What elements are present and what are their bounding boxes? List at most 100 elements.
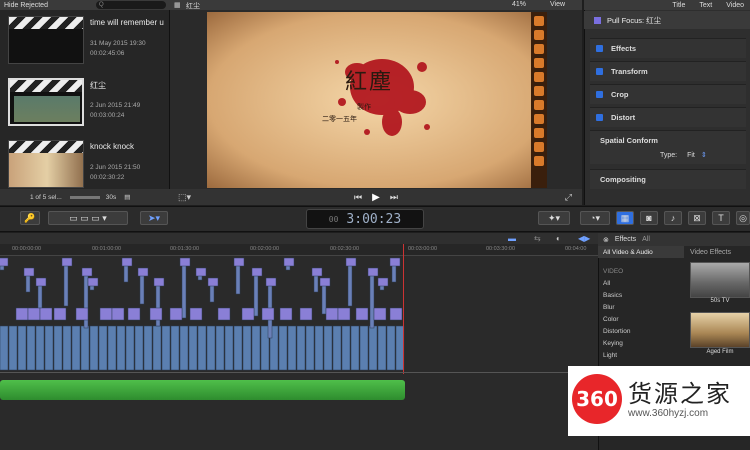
video-clip[interactable]	[71, 325, 81, 371]
select-tool-icon[interactable]: ➤▾	[140, 211, 168, 225]
timeline-ruler[interactable]: 00:00:00:00 00:01:00:00 00:01:30:00 00:0…	[0, 244, 598, 256]
checkbox-icon[interactable]	[596, 91, 603, 98]
title-clip[interactable]	[27, 307, 41, 321]
video-clip[interactable]	[287, 325, 297, 371]
title-clip[interactable]	[23, 267, 35, 277]
title-clip[interactable]	[15, 307, 29, 321]
timeline-clips[interactable]	[0, 256, 405, 371]
video-clip[interactable]	[368, 325, 378, 371]
effects-category-item[interactable]: Distortion	[603, 328, 630, 335]
view-menu[interactable]: View	[550, 1, 565, 8]
section-crop[interactable]: Crop	[590, 84, 746, 104]
video-clip[interactable]	[26, 325, 36, 371]
type-value[interactable]: Fit	[687, 152, 695, 159]
title-clip[interactable]	[81, 267, 93, 277]
effects-category-item[interactable]: Basics	[603, 292, 622, 299]
generators-icon[interactable]: ◎	[736, 211, 750, 225]
video-clip[interactable]	[116, 325, 126, 371]
video-clip[interactable]	[188, 325, 198, 371]
title-clip[interactable]	[367, 267, 379, 277]
title-clip[interactable]	[337, 307, 351, 321]
titles-icon[interactable]: T	[712, 211, 730, 225]
video-clip[interactable]	[224, 325, 234, 371]
duration-setting[interactable]: 30s	[106, 194, 116, 201]
video-clip[interactable]	[107, 325, 117, 371]
camera-icon[interactable]: ◙	[640, 211, 658, 225]
title-clip[interactable]	[299, 307, 313, 321]
next-frame-button[interactable]: ⏭	[390, 192, 398, 203]
connected-clip[interactable]	[253, 269, 259, 317]
title-clip[interactable]	[35, 277, 47, 287]
section-distort[interactable]: Distort	[590, 107, 746, 127]
title-clip[interactable]	[99, 307, 113, 321]
video-clip[interactable]	[89, 325, 99, 371]
title-clip[interactable]	[121, 257, 133, 267]
music-icon[interactable]: ♪	[664, 211, 682, 225]
clip-item-selected[interactable]: 红尘 2 Jun 2015 21:49 00:03:00:24	[4, 72, 170, 132]
tab-title[interactable]: Title	[672, 2, 685, 9]
video-clip[interactable]	[98, 325, 108, 371]
title-clip[interactable]	[127, 307, 141, 321]
effects-selected-category[interactable]: All Video & Audio	[598, 246, 684, 258]
audio-clip[interactable]	[0, 380, 405, 400]
title-clip[interactable]	[389, 257, 401, 267]
video-clip[interactable]	[242, 325, 252, 371]
title-clip[interactable]	[189, 307, 203, 321]
title-clip[interactable]	[87, 277, 99, 287]
connected-clip[interactable]	[181, 259, 187, 319]
edit-buttons[interactable]: ▭ ▭ ▭ ▾	[48, 211, 128, 225]
title-clip[interactable]	[373, 307, 387, 321]
video-clip[interactable]	[278, 325, 288, 371]
checkbox-icon[interactable]	[596, 68, 603, 75]
video-clip[interactable]	[386, 325, 396, 371]
video-clip[interactable]	[341, 325, 351, 371]
title-clip[interactable]	[169, 307, 183, 321]
fullscreen-icon[interactable]: ⤢	[565, 192, 572, 203]
timecode-display[interactable]: 00 3:00:23	[306, 209, 424, 229]
title-clip[interactable]	[261, 307, 275, 321]
section-transform[interactable]: Transform	[590, 61, 746, 81]
conform-type-row[interactable]: Type: Fit ⇕	[660, 151, 746, 159]
effects-category-item[interactable]: Color	[603, 316, 619, 323]
transitions-icon[interactable]: ⊠	[688, 211, 706, 225]
browser-search-input[interactable]: Q	[96, 1, 166, 9]
video-clip[interactable]	[143, 325, 153, 371]
video-clip[interactable]	[233, 325, 243, 371]
title-clip[interactable]	[195, 267, 207, 277]
video-clip[interactable]	[314, 325, 324, 371]
title-clip[interactable]	[279, 307, 293, 321]
video-clip[interactable]	[62, 325, 72, 371]
retime-icon[interactable]: ◔▾	[580, 211, 610, 225]
title-clip[interactable]	[265, 277, 277, 287]
filter-dropdown[interactable]: Hide Rejected	[0, 2, 48, 9]
key-icon[interactable]: 🔑	[20, 211, 40, 225]
title-clip[interactable]	[179, 257, 191, 267]
video-clip[interactable]	[323, 325, 333, 371]
video-clip[interactable]	[134, 325, 144, 371]
close-icon[interactable]: ⊗	[603, 236, 609, 244]
snapping-icon[interactable]: ⇆	[534, 234, 541, 243]
video-clip[interactable]	[80, 325, 90, 371]
effects-category-item[interactable]: Light	[603, 352, 617, 359]
checkbox-icon[interactable]	[596, 45, 603, 52]
stepper-icon[interactable]: ⇕	[701, 152, 707, 159]
connected-clip[interactable]	[369, 269, 375, 329]
tab-text[interactable]: Text	[699, 2, 712, 9]
title-clip[interactable]	[251, 267, 263, 277]
title-clip[interactable]	[153, 277, 165, 287]
title-clip[interactable]	[75, 307, 89, 321]
title-clip[interactable]	[283, 257, 295, 267]
audio-skimming-icon[interactable]: ◐	[556, 234, 561, 243]
title-clip[interactable]	[39, 307, 53, 321]
effect-thumbnail[interactable]	[690, 262, 750, 298]
section-compositing[interactable]: Compositing	[590, 169, 746, 189]
effects-category-item[interactable]: Blur	[603, 304, 615, 311]
title-clip[interactable]	[53, 307, 67, 321]
title-clip[interactable]	[355, 307, 369, 321]
title-clip[interactable]	[111, 307, 125, 321]
playhead[interactable]	[403, 244, 404, 374]
magic-wand-icon[interactable]: ✦▾	[538, 211, 570, 225]
effect-thumbnail[interactable]	[690, 312, 750, 348]
title-clip[interactable]	[311, 267, 323, 277]
clip-item[interactable]: knock knock 2 Jun 2015 21:50 00:02:30:22	[4, 134, 170, 194]
